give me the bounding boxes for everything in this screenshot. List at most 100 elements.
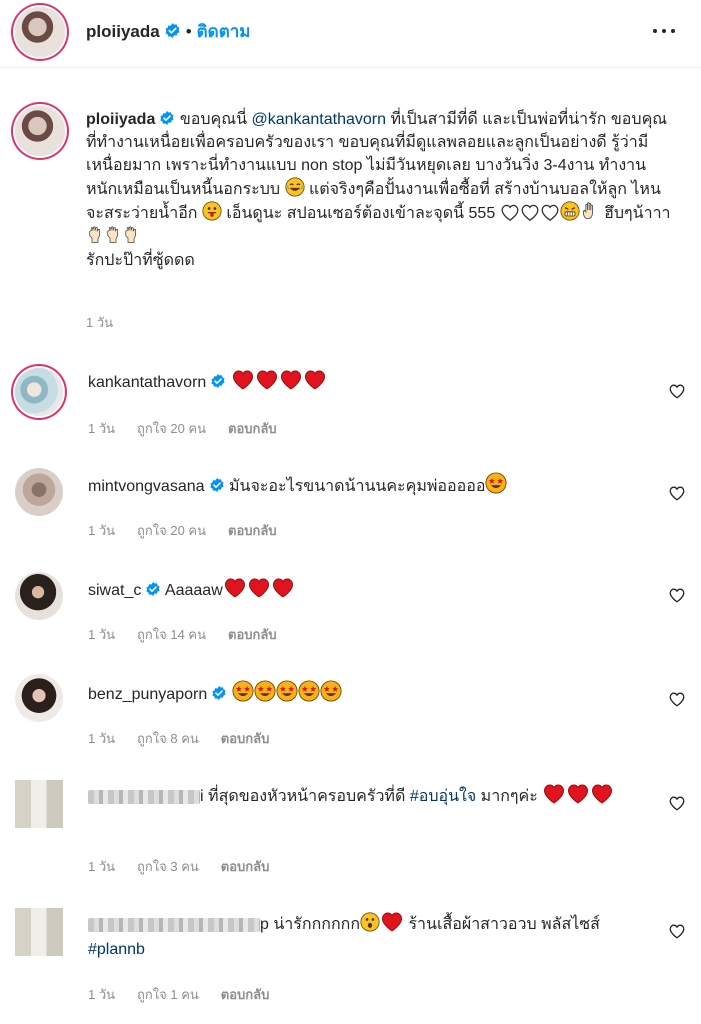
commenter-username-tail[interactable]: p <box>260 916 269 933</box>
heart-outline-icon[interactable] <box>668 484 686 502</box>
comment-item: i ที่สุดของหัวหน้าครอบครัวที่ดี #อบอุ่นใ… <box>0 772 701 892</box>
white-heart-emoji <box>520 203 540 221</box>
red-heart-emoji <box>590 782 614 804</box>
red-heart-emoji <box>247 576 271 598</box>
blurred-username <box>88 917 260 932</box>
heart-outline-icon[interactable] <box>668 794 686 812</box>
commenter-username[interactable]: kankantathavorn <box>88 374 206 391</box>
commenter-avatar[interactable] <box>15 368 63 416</box>
verified-badge-icon <box>164 22 181 39</box>
red-heart-emoji <box>223 576 247 598</box>
comment-time[interactable]: 1 วัน <box>88 523 115 538</box>
blurred-username <box>88 789 200 804</box>
reply-button[interactable]: ตอบกลับ <box>221 987 270 1002</box>
comment-text: Aaaaaw <box>164 582 223 599</box>
comment-likes[interactable]: ถูกใจ 3 คน <box>137 859 199 874</box>
author-username[interactable]: ploiiyada <box>86 22 160 41</box>
red-heart-emoji <box>231 368 255 390</box>
heart-outline-icon[interactable] <box>668 586 686 604</box>
author-avatar[interactable] <box>15 7 65 57</box>
comment-likes[interactable]: ถูกใจ 20 คน <box>137 523 206 538</box>
grimace-emoji <box>560 201 580 221</box>
reply-button[interactable]: ตอบกลับ <box>228 627 277 642</box>
red-heart-emoji <box>542 782 566 804</box>
comment-text: มากๆค่ะ <box>480 788 538 805</box>
caption-avatar[interactable] <box>15 106 65 156</box>
wow-emoji <box>360 912 380 932</box>
verified-badge-icon <box>209 477 225 493</box>
commenter-avatar[interactable] <box>15 674 63 722</box>
comment-item: mintvongvasana มันจะอะไรขนาดน้านนคะคุมพ่… <box>0 462 701 552</box>
commenter-avatar[interactable] <box>15 572 63 620</box>
commenter-avatar[interactable] <box>15 468 63 516</box>
red-heart-emoji <box>271 576 295 598</box>
white-heart-emoji <box>500 203 520 221</box>
heart-outline-icon[interactable] <box>668 382 686 400</box>
reply-button[interactable]: ตอบกลับ <box>221 731 270 746</box>
star-eyes-emoji <box>485 472 507 494</box>
comment-item: p น่ารักกกกกก ร้านเสื้อผ้าสาวอวบ พลัสไซส… <box>0 900 701 1020</box>
more-options-icon[interactable] <box>653 20 681 40</box>
fist-emoji <box>86 225 104 245</box>
star-eyes-emoji <box>276 680 298 702</box>
heart-outline-icon[interactable] <box>668 690 686 708</box>
red-heart-emoji <box>255 368 279 390</box>
caption-text-part: เอ็นดูนะ สปอนเซอร์ต้องเข้าละจุดนี้ 555 <box>226 205 496 222</box>
commenter-avatar[interactable] <box>15 780 63 828</box>
red-heart-emoji <box>303 368 327 390</box>
comment-body: siwat_c Aaaaaw <box>88 576 643 603</box>
commenter-avatar[interactable] <box>15 908 63 956</box>
tongue-emoji <box>202 201 222 221</box>
comment-time[interactable]: 1 วัน <box>88 627 115 642</box>
red-heart-emoji <box>380 910 404 932</box>
comment-body: kankantathavorn <box>88 368 643 395</box>
comment-likes[interactable]: ถูกใจ 20 คน <box>137 421 206 436</box>
caption-mention-link[interactable]: @kankantathavorn <box>251 111 386 128</box>
comment-time[interactable]: 1 วัน <box>88 731 115 746</box>
heart-outline-icon[interactable] <box>668 922 686 940</box>
comment-meta: 1 วัน ถูกใจ 3 คน ตอบกลับ <box>88 856 291 877</box>
commenter-username-tail[interactable]: i <box>200 788 204 805</box>
caption-text-part: รักปะป๊าที่ซู้ดดด <box>86 252 195 269</box>
commenter-username[interactable]: benz_punyaporn <box>88 686 207 703</box>
comment-time[interactable]: 1 วัน <box>88 859 115 874</box>
comment-likes[interactable]: ถูกใจ 14 คน <box>137 627 206 642</box>
comment-meta: 1 วัน ถูกใจ 14 คน ตอบกลับ <box>88 624 299 645</box>
comment-text: ที่สุดของหัวหน้าครอบครัวที่ดี <box>208 788 406 805</box>
hand-emoji <box>580 201 600 221</box>
reply-button[interactable]: ตอบกลับ <box>228 523 277 538</box>
separator-dot: • <box>185 22 192 41</box>
comment-text: ร้านเสื้อผ้าสาวอวบ พลัสไซส์ <box>408 916 600 933</box>
red-heart-emoji <box>279 368 303 390</box>
verified-badge-icon <box>145 581 161 597</box>
reply-button[interactable]: ตอบกลับ <box>228 421 277 436</box>
caption-username[interactable]: ploiiyada <box>86 111 155 128</box>
comment-item: benz_punyaporn 1 วัน ถูกใจ 8 คน ตอบกลับ <box>0 670 701 760</box>
comment-likes[interactable]: ถูกใจ 1 คน <box>137 987 199 1002</box>
hashtag-link[interactable]: #อบอุ่นใจ <box>410 788 476 805</box>
hashtag-link[interactable]: #plannb <box>88 941 145 958</box>
commenter-username[interactable]: mintvongvasana <box>88 478 205 495</box>
comment-time[interactable]: 1 วัน <box>88 421 115 436</box>
comment-likes[interactable]: ถูกใจ 8 คน <box>137 731 199 746</box>
comment-body: benz_punyaporn <box>88 680 643 707</box>
commenter-username[interactable]: siwat_c <box>88 582 141 599</box>
white-heart-emoji <box>540 203 560 221</box>
comment-meta: 1 วัน ถูกใจ 8 คน ตอบกลับ <box>88 728 291 749</box>
comment-time[interactable]: 1 วัน <box>88 987 115 1002</box>
caption-text: ploiiyada ขอบคุณนี่ @kankantathavorn ที่… <box>86 108 676 272</box>
caption-text-part: ขอบคุณนี่ <box>179 111 247 128</box>
comment-text: น่ารักกกกกก <box>273 916 360 933</box>
star-eyes-emoji <box>320 680 342 702</box>
comment-item: kankantathavorn 1 วัน ถูกใจ 20 คน ตอบกลับ <box>0 358 701 448</box>
comment-text: มันจะอะไรขนาดน้านนคะคุมพ่อออออ <box>228 478 486 495</box>
comment-meta: 1 วัน ถูกใจ 1 คน ตอบกลับ <box>88 984 291 1005</box>
comment-meta: 1 วัน ถูกใจ 20 คน ตอบกลับ <box>88 418 299 439</box>
caption-text-part: ฮึบๆน้าาา <box>604 205 671 222</box>
caption-time[interactable]: 1 วัน <box>86 312 113 333</box>
comment-item: siwat_c Aaaaaw 1 วัน ถูกใจ 14 คน ตอบกลับ <box>0 566 701 656</box>
red-heart-emoji <box>566 782 590 804</box>
verified-badge-icon <box>211 685 227 701</box>
follow-button[interactable]: ติดตาม <box>197 22 251 41</box>
reply-button[interactable]: ตอบกลับ <box>221 859 270 874</box>
